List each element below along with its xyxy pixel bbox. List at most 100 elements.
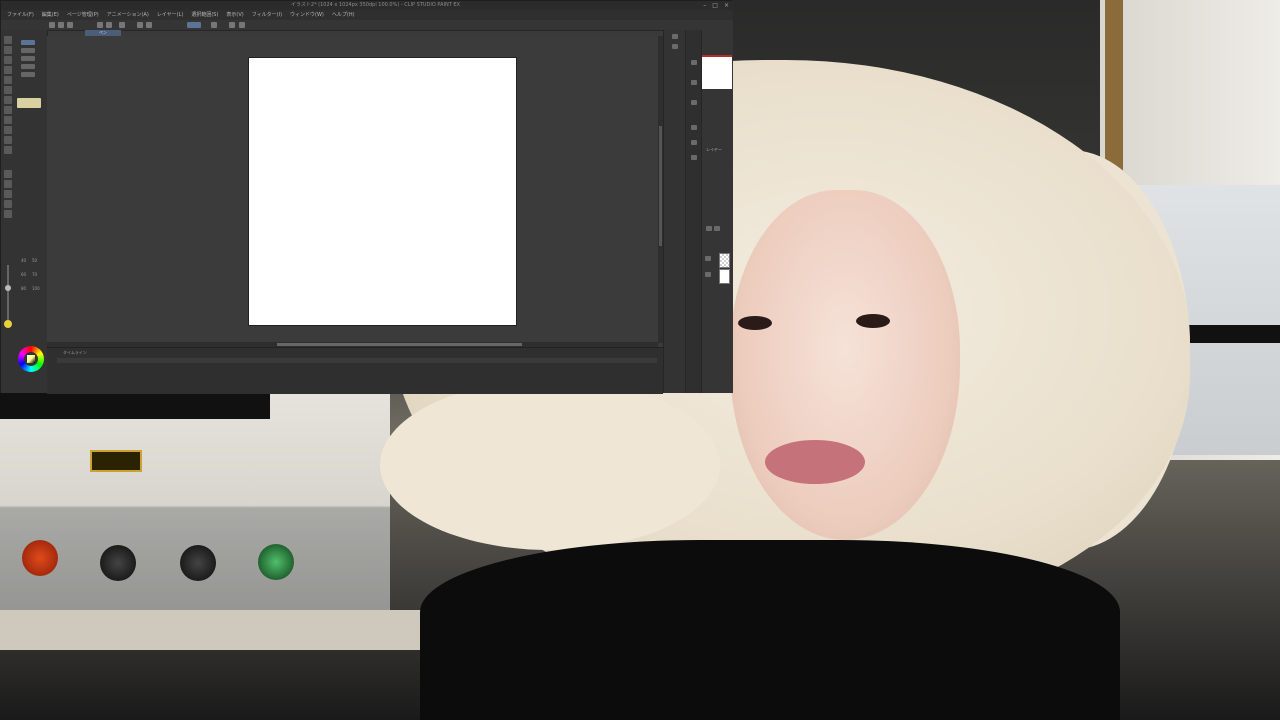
brush-size-100[interactable]: 100 (32, 286, 40, 291)
timeline-track[interactable] (57, 358, 657, 363)
navigator-preview[interactable] (702, 55, 732, 89)
visibility-icon[interactable] (705, 272, 711, 277)
menu-page[interactable]: ページ管理(P) (67, 10, 99, 20)
subtool-marker[interactable] (21, 72, 35, 77)
menu-animation[interactable]: アニメーション(A) (107, 10, 149, 20)
new-layer-icon[interactable] (706, 226, 712, 231)
panel-dock-icons-2 (685, 30, 702, 393)
transform-icon[interactable] (137, 22, 143, 28)
subtool-mapping-pen[interactable] (21, 48, 35, 53)
pen-tool-icon[interactable] (4, 56, 12, 64)
close-button[interactable]: × (724, 1, 729, 10)
snap-icon[interactable] (211, 22, 217, 28)
green-button (258, 544, 294, 580)
history-icon[interactable] (691, 100, 697, 105)
machine-nameplate (90, 450, 142, 472)
frame-tool-icon[interactable] (4, 200, 12, 208)
layer-property-icon[interactable] (691, 125, 697, 130)
face (730, 190, 960, 540)
menu-layer[interactable]: レイヤー(L) (157, 10, 184, 20)
menu-help[interactable]: ヘルプ(H) (332, 10, 355, 20)
move-tool-icon[interactable] (4, 46, 12, 54)
color-wheel[interactable] (18, 346, 44, 372)
scroll-thumb[interactable] (659, 126, 662, 246)
fill-tool-icon[interactable] (4, 116, 12, 124)
left-eye (738, 316, 772, 330)
layer-thumbnail[interactable] (719, 253, 730, 268)
title-bar: イラスト2* (1024 x 1024px 350dpi 100.0%) - C… (1, 1, 733, 10)
brush-mode-icon[interactable] (187, 22, 201, 28)
undo-icon[interactable] (97, 22, 103, 28)
zoom-tool-icon[interactable] (4, 36, 12, 44)
new-icon[interactable] (49, 22, 55, 28)
visibility-icon[interactable] (705, 256, 711, 261)
gradient-tool-icon[interactable] (4, 210, 12, 218)
redo-icon[interactable] (106, 22, 112, 28)
ruler-tool-icon[interactable] (4, 190, 12, 198)
menu-selection[interactable]: 選択範囲(S) (191, 10, 218, 20)
printer-slot (1180, 325, 1280, 343)
drawing-canvas[interactable] (249, 58, 516, 325)
brush-size-70[interactable]: 70 (32, 272, 37, 277)
menu-bar: ファイル(F) 編集(E) ページ管理(P) アニメーション(A) レイヤー(L… (1, 10, 733, 20)
right-eye (856, 314, 890, 328)
black-knob (100, 545, 136, 581)
paper-layer-thumbnail[interactable] (719, 269, 730, 284)
brush-size-50[interactable]: 50 (32, 258, 37, 263)
layer-panel-title: レイヤー (706, 147, 722, 152)
pencil-tool-icon[interactable] (4, 66, 12, 74)
brush-tool-icon[interactable] (4, 76, 12, 84)
color-indicator-icon[interactable] (4, 320, 12, 328)
subtool-turnip-pen[interactable] (21, 56, 35, 61)
balloon-tool-icon[interactable] (4, 180, 12, 188)
menu-filter[interactable]: フィルター(I) (252, 10, 282, 20)
delete-layer-icon[interactable] (714, 226, 720, 231)
panel-dock-icons (663, 30, 686, 393)
size-slider-handle[interactable] (5, 285, 11, 291)
counter (0, 610, 440, 650)
subtool-preview (17, 98, 41, 108)
paint-app-window: イラスト2* (1024 x 1024px 350dpi 100.0%) - C… (0, 0, 733, 394)
control-machine (0, 393, 390, 643)
menu-file[interactable]: ファイル(F) (7, 10, 34, 20)
text-tool-icon[interactable] (4, 170, 12, 178)
selection-tool-icon[interactable] (4, 126, 12, 134)
search-layer-icon[interactable] (691, 140, 697, 145)
timeline-label: タイムライン (63, 350, 87, 355)
machine-display (0, 393, 270, 419)
color-set-icon[interactable] (691, 80, 697, 85)
lasso-tool-icon[interactable] (4, 136, 12, 144)
navigator-icon[interactable] (672, 34, 678, 39)
maximize-button[interactable]: □ (712, 1, 718, 10)
minimize-button[interactable]: – (703, 1, 706, 10)
scroll-thumb[interactable] (277, 343, 522, 346)
brush-size-80[interactable]: 80 (21, 286, 26, 291)
eraser-tool-icon[interactable] (4, 96, 12, 104)
window-controls: – □ × (703, 1, 729, 10)
open-icon[interactable] (58, 22, 64, 28)
black-shirt (420, 540, 1120, 720)
subtool-real-gpen[interactable] (21, 64, 35, 69)
auto-action-icon[interactable] (691, 155, 697, 160)
ruler-icon[interactable] (229, 22, 235, 28)
menu-edit[interactable]: 編集(E) (42, 10, 59, 20)
red-button (22, 540, 58, 576)
subtool-gpen[interactable] (21, 40, 35, 45)
save-icon[interactable] (67, 22, 73, 28)
color-saturation-square[interactable] (27, 355, 35, 363)
window-title: イラスト2* (1024 x 1024px 350dpi 100.0%) - C… (291, 2, 460, 8)
size-slider[interactable] (7, 265, 9, 325)
menu-view[interactable]: 表示(V) (226, 10, 243, 20)
tool-palette: 40 50 60 70 80 100 (1, 30, 48, 393)
sub-view-icon[interactable] (672, 44, 678, 49)
blend-tool-icon[interactable] (4, 106, 12, 114)
brush-size-40[interactable]: 40 (21, 258, 26, 263)
airbrush-tool-icon[interactable] (4, 86, 12, 94)
clear-icon[interactable] (119, 22, 125, 28)
rotate-icon[interactable] (239, 22, 245, 28)
eyedropper-tool-icon[interactable] (4, 146, 12, 154)
brush-size-60[interactable]: 60 (21, 272, 26, 277)
menu-window[interactable]: ウィンドウ(W) (290, 10, 324, 20)
deselect-icon[interactable] (146, 22, 152, 28)
material-icon[interactable] (691, 60, 697, 65)
